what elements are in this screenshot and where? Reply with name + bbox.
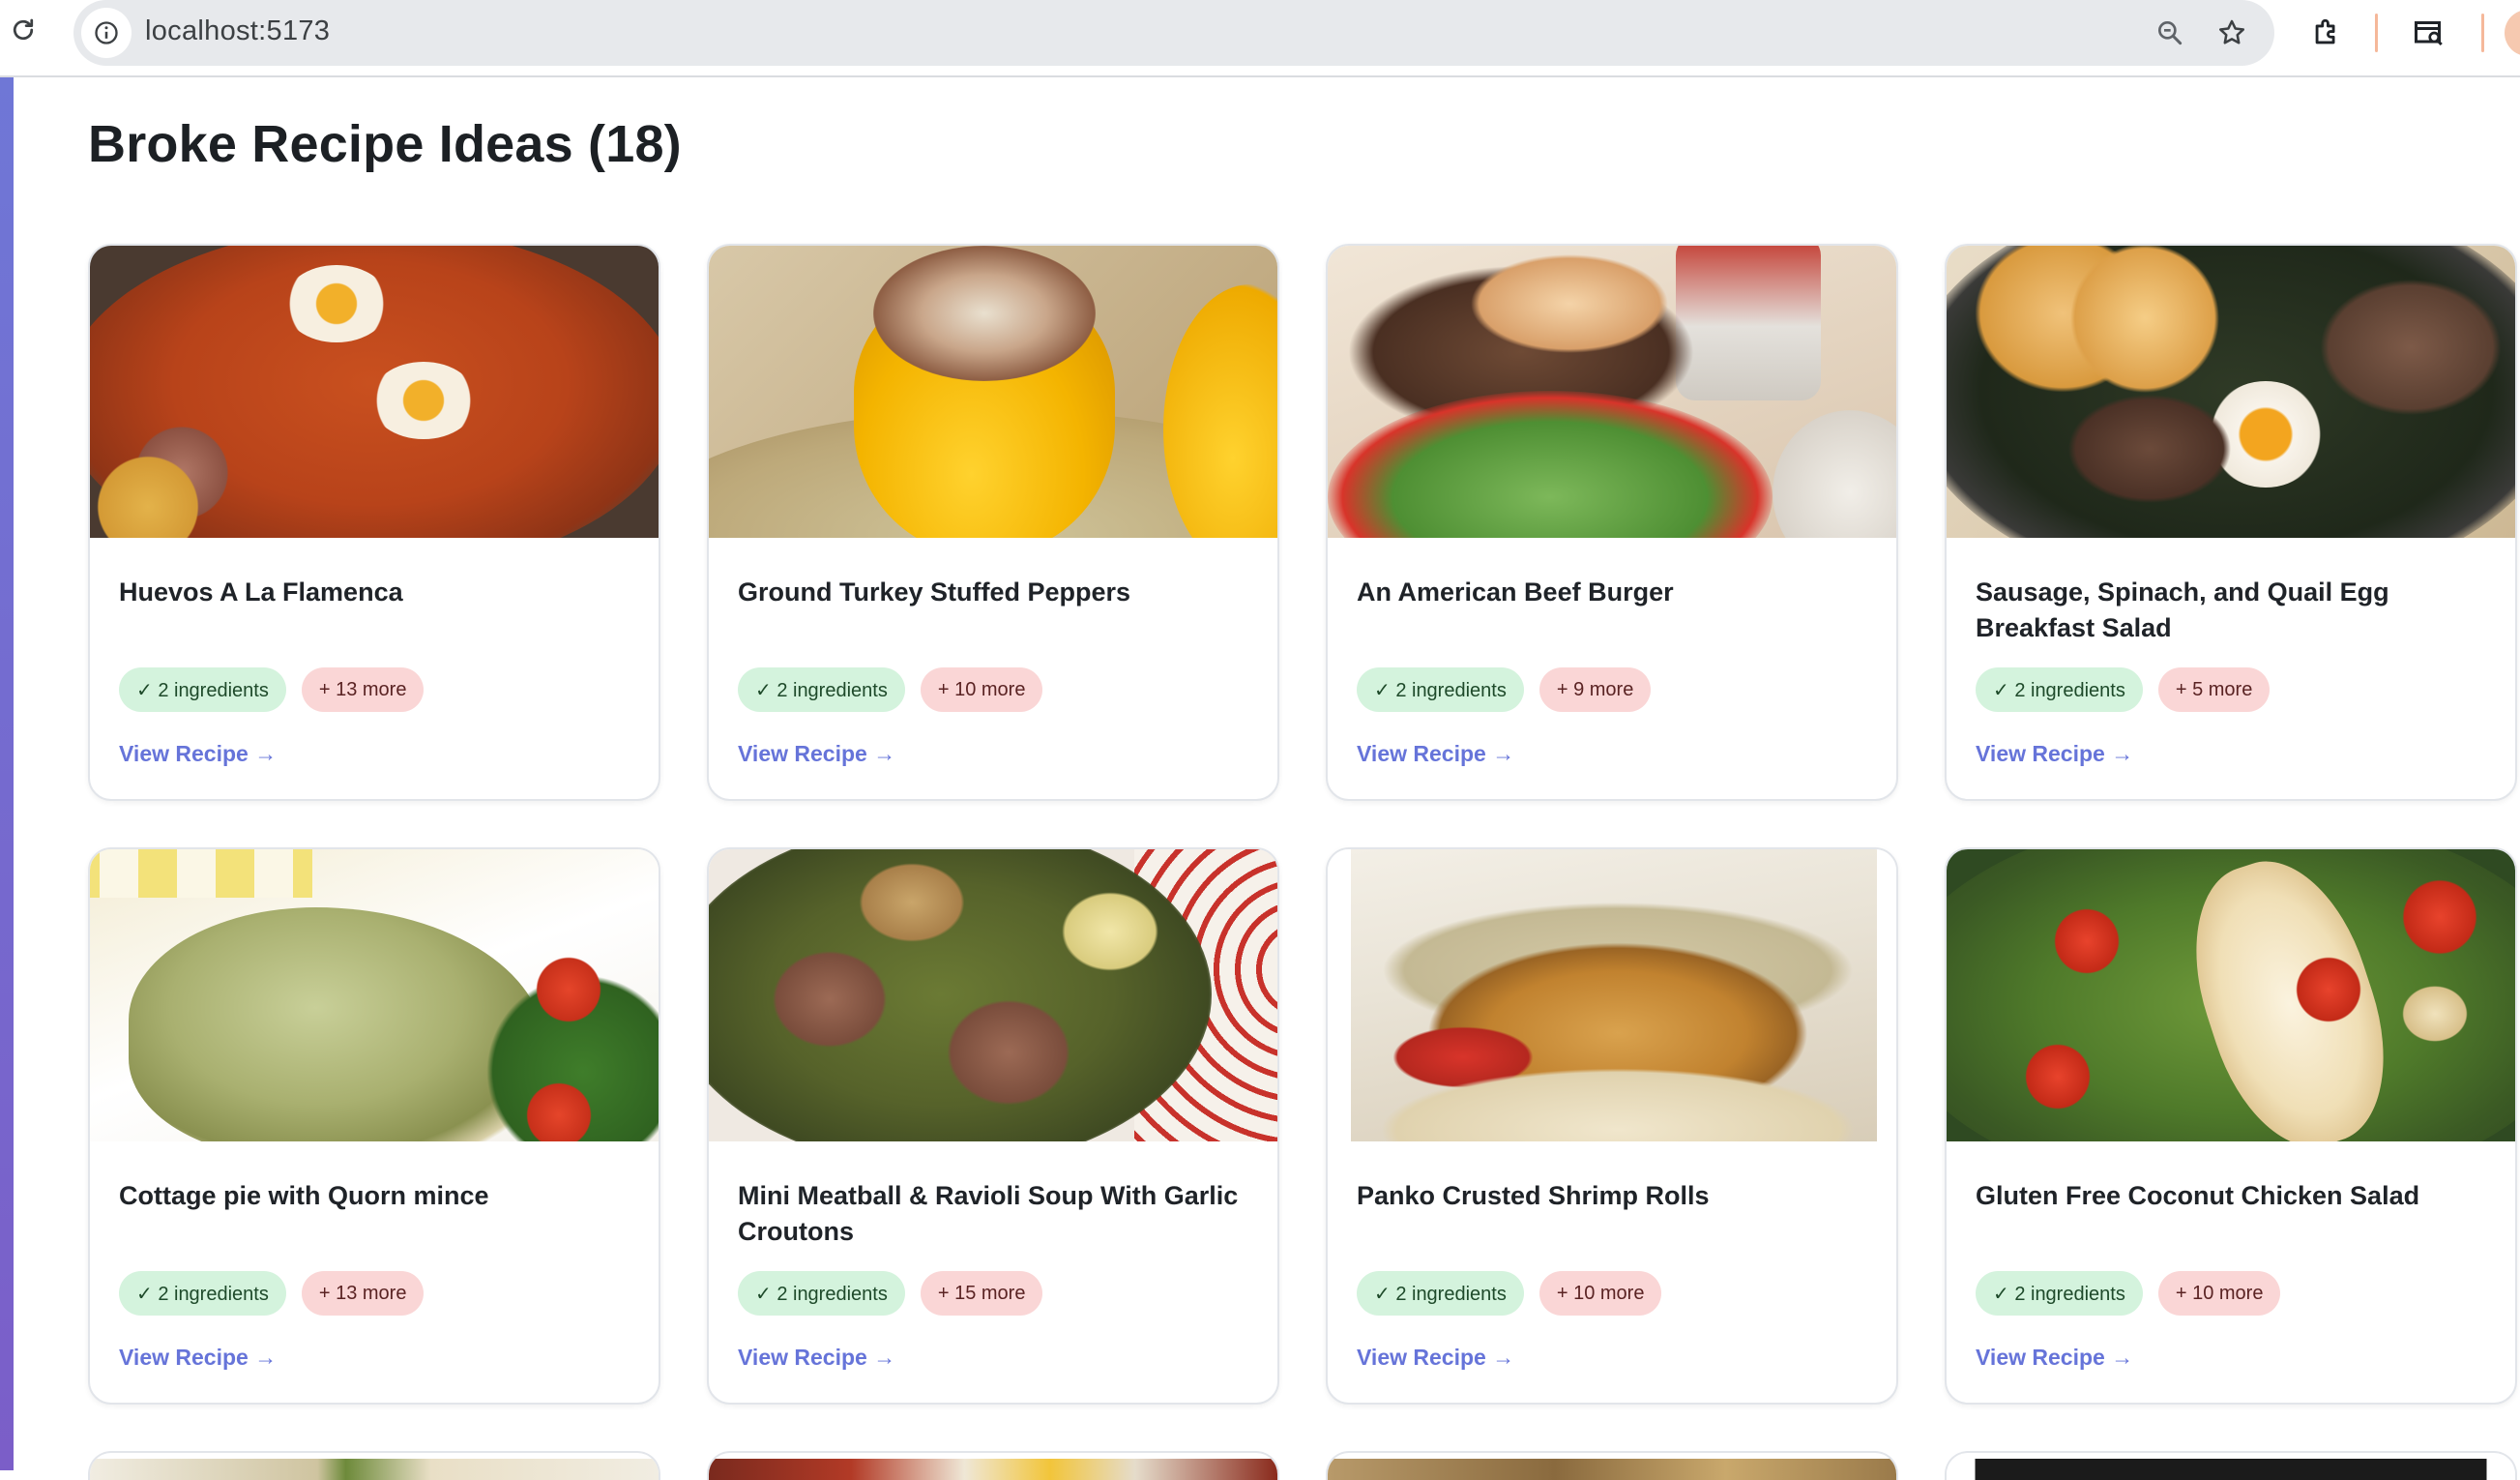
recipe-card[interactable] [88,1451,660,1480]
view-recipe-link[interactable]: View Recipe → [119,741,277,767]
recipe-image[interactable] [1328,1459,1896,1480]
recipe-title: Ground Turkey Stuffed Peppers [738,577,1131,607]
browser-toolbar: localhost:5173 [0,0,2520,77]
recipe-image[interactable] [1947,849,2515,1141]
ingredient-badges: ✓ 2 ingredients + 10 more [1976,1271,2281,1316]
recipe-card[interactable] [1326,1451,1898,1480]
missing-ingredients-badge: + 10 more [2157,1271,2281,1316]
ingredient-badges: ✓ 2 ingredients + 10 more [1357,1271,1662,1316]
recipe-card[interactable]: An American Beef Burger ✓ 2 ingredients … [1326,244,1898,801]
recipe-title: Cottage pie with Quorn mince [119,1181,489,1210]
recipe-grid-next-row [88,1451,2517,1480]
view-recipe-link[interactable]: View Recipe → [1976,741,2133,767]
view-recipe-link[interactable]: View Recipe → [738,741,895,767]
recipe-image[interactable] [1947,246,2515,538]
recipe-card[interactable] [707,1451,1279,1480]
recipe-image[interactable] [90,246,659,538]
recipe-card[interactable]: Huevos A La Flamenca ✓ 2 ingredients + 1… [88,244,660,801]
url-text[interactable]: localhost:5173 [145,15,330,47]
zoom-icon[interactable] [2151,14,2189,52]
have-ingredients-badge: ✓ 2 ingredients [738,667,905,712]
have-ingredients-badge: ✓ 2 ingredients [119,1271,286,1316]
recipe-card[interactable]: Cottage pie with Quorn mince ✓ 2 ingredi… [88,847,660,1405]
ingredient-badges: ✓ 2 ingredients + 9 more [1357,667,1652,712]
recipe-card[interactable] [1945,1451,2517,1480]
tab-search-icon[interactable] [2408,12,2450,54]
recipe-title: Panko Crusted Shrimp Rolls [1357,1181,1710,1210]
recipe-image[interactable] [709,1459,1277,1480]
address-bar[interactable]: localhost:5173 [73,0,2274,66]
recipe-image[interactable] [90,1459,659,1480]
recipe-card[interactable]: Mini Meatball & Ravioli Soup With Garlic… [707,847,1279,1405]
recipe-image[interactable] [1328,246,1896,538]
have-ingredients-badge: ✓ 2 ingredients [1976,667,2143,712]
view-recipe-link[interactable]: View Recipe → [738,1345,895,1371]
recipe-card[interactable]: Sausage, Spinach, and Quail Egg Breakfas… [1945,244,2517,801]
recipe-card[interactable]: Gluten Free Coconut Chicken Salad ✓ 2 in… [1945,847,2517,1405]
recipe-title: Gluten Free Coconut Chicken Salad [1976,1181,2420,1210]
ingredient-badges: ✓ 2 ingredients + 10 more [738,667,1043,712]
ingredient-badges: ✓ 2 ingredients + 13 more [119,1271,425,1316]
ingredient-badges: ✓ 2 ingredients + 5 more [1976,667,2271,712]
ingredient-badges: ✓ 2 ingredients + 13 more [119,667,425,712]
have-ingredients-badge: ✓ 2 ingredients [1357,1271,1524,1316]
info-icon[interactable] [81,8,132,58]
avatar[interactable] [2505,10,2520,56]
reload-icon[interactable] [6,13,41,47]
have-ingredients-badge: ✓ 2 ingredients [1357,667,1524,712]
recipe-image[interactable] [90,849,659,1141]
toolbar-separator [2481,14,2484,52]
sidebar-edge [0,77,14,1470]
recipe-image[interactable] [1328,849,1896,1141]
toolbar-separator [2375,14,2378,52]
recipe-grid: Huevos A La Flamenca ✓ 2 ingredients + 1… [88,244,2517,1405]
recipe-card[interactable]: Ground Turkey Stuffed Peppers ✓ 2 ingred… [707,244,1279,801]
recipe-card[interactable]: Panko Crusted Shrimp Rolls ✓ 2 ingredien… [1326,847,1898,1405]
missing-ingredients-badge: + 10 more [1538,1271,1662,1316]
ingredient-badges: ✓ 2 ingredients + 15 more [738,1271,1043,1316]
view-recipe-link[interactable]: View Recipe → [1357,741,1514,767]
recipe-image[interactable] [709,246,1277,538]
recipe-title: Mini Meatball & Ravioli Soup With Garlic… [738,1181,1239,1246]
have-ingredients-badge: ✓ 2 ingredients [738,1271,905,1316]
missing-ingredients-badge: + 9 more [1538,667,1652,712]
have-ingredients-badge: ✓ 2 ingredients [119,667,286,712]
missing-ingredients-badge: + 13 more [301,1271,425,1316]
view-recipe-link[interactable]: View Recipe → [1357,1345,1514,1371]
missing-ingredients-badge: + 5 more [2157,667,2271,712]
recipe-image[interactable] [1947,1459,2515,1480]
view-recipe-link[interactable]: View Recipe → [119,1345,277,1371]
view-recipe-link[interactable]: View Recipe → [1976,1345,2133,1371]
page-title: Broke Recipe Ideas (18) [88,115,682,173]
puzzle-icon[interactable] [2305,12,2348,54]
have-ingredients-badge: ✓ 2 ingredients [1976,1271,2143,1316]
missing-ingredients-badge: + 13 more [301,667,425,712]
missing-ingredients-badge: + 10 more [920,667,1043,712]
recipe-title: An American Beef Burger [1357,577,1674,607]
star-icon[interactable] [2212,14,2251,52]
missing-ingredients-badge: + 15 more [920,1271,1043,1316]
recipe-image[interactable] [709,849,1277,1141]
recipe-title: Sausage, Spinach, and Quail Egg Breakfas… [1976,577,2389,642]
recipe-title: Huevos A La Flamenca [119,577,403,607]
